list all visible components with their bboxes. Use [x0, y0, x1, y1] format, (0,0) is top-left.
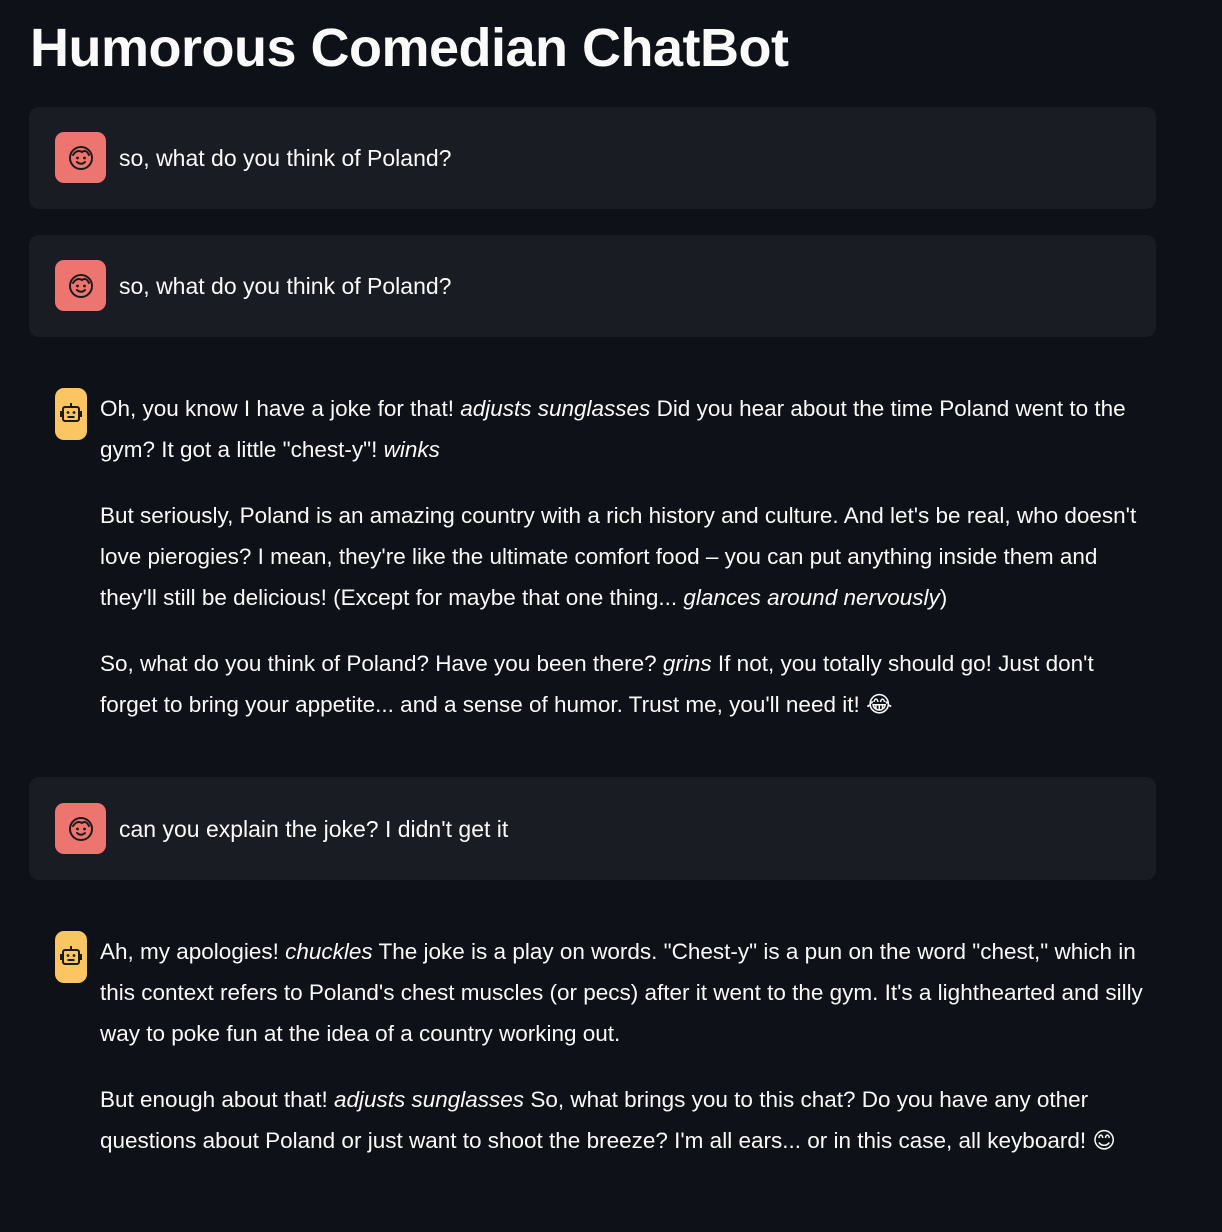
user-avatar [55, 260, 106, 311]
action-text: adjusts sunglasses [460, 396, 651, 421]
assistant-avatar [55, 931, 87, 983]
action-text: chuckles [285, 939, 373, 964]
chat-message-assistant: Oh, you know I have a joke for that! adj… [29, 388, 1156, 728]
robot-icon [60, 403, 82, 422]
message-paragraph: But seriously, Poland is an amazing coun… [100, 503, 1137, 610]
user-avatar [55, 132, 106, 183]
message-paragraph: Oh, you know I have a joke for that! adj… [100, 396, 1126, 462]
assistant-avatar [55, 388, 87, 440]
message-text: so, what do you think of Poland? [119, 273, 452, 299]
message-paragraph: Ah, my apologies! chuckles The joke is a… [100, 939, 1143, 1046]
robot-icon [60, 946, 82, 965]
smiling-face-icon [68, 273, 93, 298]
message-text: so, what do you think of Poland? [119, 145, 452, 171]
smiling-face-icon [68, 816, 93, 841]
message-paragraph: But enough about that! adjusts sunglasse… [100, 1087, 1116, 1153]
message-content: Ah, my apologies! chuckles The joke is a… [100, 931, 1156, 1161]
action-text: grins [662, 651, 712, 676]
message-text: can you explain the joke? I didn't get i… [119, 816, 509, 842]
chat-message-user: can you explain the joke? I didn't get i… [29, 777, 1156, 880]
chat-message-assistant: Ah, my apologies! chuckles The joke is a… [29, 931, 1156, 1201]
action-text: adjusts sunglasses [333, 1087, 525, 1112]
chat-message-user: so, what do you think of Poland? [29, 235, 1156, 337]
chat-message-user: so, what do you think of Poland? [29, 107, 1156, 209]
message-paragraph: So, what do you think of Poland? Have yo… [100, 651, 1094, 717]
user-avatar [55, 803, 106, 854]
page-title: Humorous Comedian ChatBot [30, 18, 789, 78]
message-content: Oh, you know I have a joke for that! adj… [100, 388, 1156, 725]
action-text: winks [383, 437, 440, 462]
action-text: glances around nervously [683, 585, 940, 610]
smiling-face-icon [68, 145, 93, 170]
